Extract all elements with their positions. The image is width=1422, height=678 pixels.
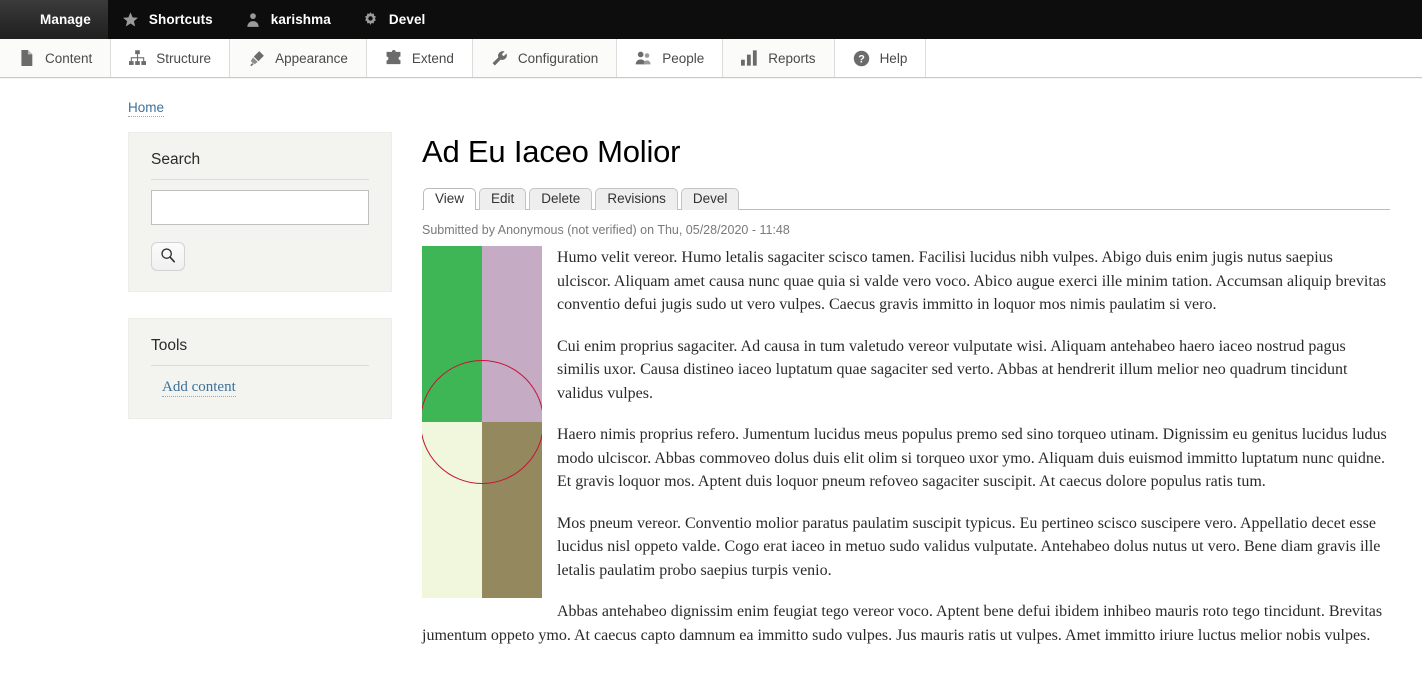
menu-item-help-label: Help (879, 50, 908, 66)
menu-item-reports[interactable]: Reports (723, 39, 835, 77)
toolbar-item-shortcuts-label: Shortcuts (148, 12, 213, 27)
page-title: Ad Eu Iaceo Molior (422, 134, 681, 169)
admin-toolbar: Manage Shortcuts karishma Devel (0, 0, 1422, 39)
breadcrumb-home-link[interactable]: Home (128, 100, 165, 117)
tab-revisions[interactable]: Revisions (595, 188, 678, 210)
menu-item-content-label: Content (45, 50, 93, 66)
circle-overlay-icon (422, 360, 542, 484)
body-paragraph: Humo velit vereor. Humo letalis sagacite… (557, 249, 1387, 313)
add-content-link[interactable]: Add content (162, 379, 236, 397)
page-layout: Search Tools Add content Ad Eu Iaceo Mol… (0, 115, 1422, 665)
magnifier-icon (160, 247, 176, 266)
barchart-icon (741, 50, 758, 67)
menu-item-appearance-label: Appearance (275, 50, 348, 66)
tools-block-title: Tools (151, 337, 369, 366)
document-icon (18, 50, 35, 67)
node-image (422, 246, 542, 598)
menu-item-people-label: People (662, 50, 705, 66)
menu-item-reports-label: Reports (768, 50, 816, 66)
node-body: Humo velit vereor. Humo letalis sagacite… (422, 246, 1390, 647)
node-submitted-info: Submitted by Anonymous (not verified) on… (422, 223, 790, 237)
menu-item-help[interactable]: ? Help (834, 39, 927, 77)
svg-text:?: ? (858, 53, 865, 65)
search-submit-button[interactable] (151, 242, 185, 271)
toolbar-item-shortcuts[interactable]: Shortcuts (108, 0, 230, 39)
tab-edit[interactable]: Edit (479, 188, 527, 210)
menu-item-extend[interactable]: Extend (366, 39, 473, 77)
toolbar-item-manage[interactable]: Manage (0, 0, 108, 39)
wrench-icon (491, 50, 508, 67)
toolbar-item-account-label: karishma (270, 12, 331, 27)
breadcrumb: Home (0, 78, 1422, 117)
body-paragraph: Haero nimis proprius refero. Jumentum lu… (557, 426, 1387, 490)
people-icon (635, 50, 652, 67)
question-circle-icon: ? (853, 50, 870, 67)
tab-view[interactable]: View (423, 188, 477, 210)
tools-block: Tools Add content (128, 318, 392, 419)
search-input[interactable] (151, 190, 369, 225)
menu-item-extend-label: Extend (411, 50, 454, 66)
menu-item-structure-label: Structure (156, 50, 212, 66)
menu-item-appearance[interactable]: Appearance (230, 39, 367, 77)
body-paragraph: Cui enim proprius sagaciter. Ad causa in… (557, 337, 1348, 402)
toolbar-item-devel[interactable]: Devel (348, 0, 443, 39)
star-icon (122, 11, 140, 29)
sidebar: Search Tools Add content (128, 132, 422, 445)
tools-list: Add content (151, 376, 369, 398)
list-item: Add content (151, 376, 369, 398)
tab-devel[interactable]: Devel (680, 188, 740, 210)
menu-item-structure[interactable]: Structure (111, 39, 231, 77)
menu-item-content[interactable]: Content (0, 39, 112, 77)
menu-item-people[interactable]: People (617, 39, 724, 77)
menu-item-configuration[interactable]: Configuration (472, 39, 618, 77)
menu-bar-spacer (926, 39, 1422, 77)
toolbar-item-manage-label: Manage (40, 12, 91, 27)
sitemap-icon (129, 50, 147, 67)
hamburger-icon (14, 11, 31, 29)
page-container: Home Search Tools Add content Ad Eu Iace… (0, 78, 1422, 665)
menu-item-configuration-label: Configuration (517, 50, 599, 66)
body-paragraph: Abbas antehabeo dignissim enim feugiat t… (422, 603, 1383, 644)
tab-delete[interactable]: Delete (529, 188, 593, 210)
search-block-title: Search (151, 151, 369, 180)
node-tabs: View Edit Delete Revisions Devel (422, 187, 1390, 210)
toolbar-item-devel-label: Devel (388, 12, 426, 27)
puzzle-icon (385, 50, 402, 67)
admin-menu-bar: Content Structure Appearance Extend Conf… (0, 39, 1422, 78)
gear-icon (362, 11, 380, 29)
paintbrush-icon (248, 50, 265, 67)
toolbar-item-account[interactable]: karishma (230, 0, 348, 39)
user-icon (244, 11, 262, 29)
main-content: Ad Eu Iaceo Molior View Edit Delete Revi… (422, 132, 1390, 665)
search-block: Search (128, 132, 392, 292)
body-paragraph: Mos pneum vereor. Conventio molior parat… (557, 514, 1381, 579)
